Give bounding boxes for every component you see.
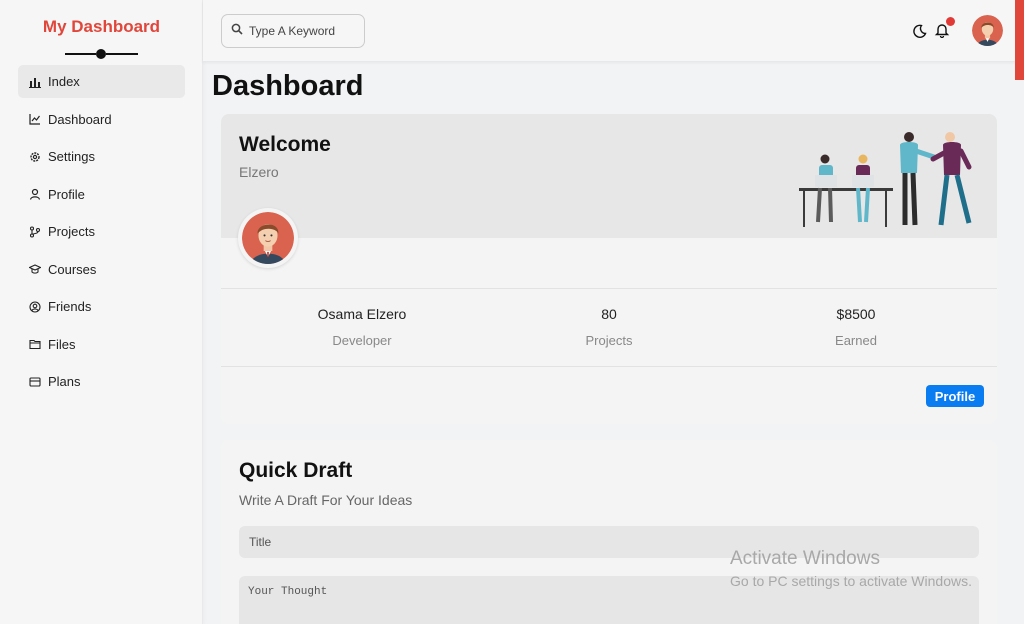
graduation-cap-icon [28,262,42,276]
stat-name: Osama Elzero Developer [262,306,462,348]
sidebar-item-courses[interactable]: Courses [18,253,185,286]
scrollbar-thumb[interactable] [1015,0,1024,80]
stat-label: Earned [835,333,877,348]
sidebar-item-files[interactable]: Files [18,328,185,361]
user-circle-icon [28,300,42,314]
stat-label: Developer [332,333,392,348]
stat-value: Osama Elzero [317,306,407,322]
bar-chart-icon [28,75,42,89]
stat-projects: 80 Projects [509,306,709,348]
divider [221,366,997,367]
draft-title-input[interactable] [239,526,979,558]
moon-icon[interactable] [912,24,927,39]
sidebar-item-plans[interactable]: Plans [18,365,185,398]
sidebar-item-dashboard[interactable]: Dashboard [18,103,185,136]
brand-underline-dot [96,49,106,59]
sidebar: My Dashboard Index Dashboard Settings Pr… [0,0,203,624]
quick-draft-card: Quick Draft Write A Draft For Your Ideas [221,440,997,624]
stat-label: Projects [585,333,633,348]
gear-icon [28,150,42,164]
sidebar-item-settings[interactable]: Settings [18,140,185,173]
sidebar-item-projects[interactable]: Projects [18,215,185,248]
sidebar-item-label: Files [48,336,76,352]
avatar [238,208,298,268]
sidebar-item-label: Projects [48,224,95,239]
team-illustration [799,132,972,227]
divider [221,288,997,289]
folder-icon [28,337,42,351]
search-box[interactable] [221,14,365,48]
welcome-title: Welcome [239,133,331,156]
avatar[interactable] [972,15,1003,46]
notification-badge [946,17,955,26]
sidebar-item-label: Friends [48,299,92,314]
stat-value: $8500 [836,306,876,322]
page-title: Dashboard [212,70,364,102]
sidebar-item-label: Courses [48,261,97,277]
draft-thought-textarea[interactable] [239,576,979,624]
sidebar-item-label: Profile [48,186,85,202]
sidebar-item-label: Plans [48,374,81,389]
search-input[interactable] [249,24,349,38]
profile-button[interactable]: Profile [926,385,984,407]
sidebar-menu: Index Dashboard Settings Profile Project… [18,65,185,403]
welcome-card: Welcome Elzero Osama Elzero Developer 80… [221,114,997,424]
sidebar-item-friends[interactable]: Friends [18,290,185,323]
stat-earned: $8500 Earned [756,306,956,348]
sidebar-item-index[interactable]: Index [18,65,185,98]
sidebar-item-label: Index [48,74,80,89]
draft-title: Quick Draft [239,459,353,482]
welcome-subtitle: Elzero [239,164,279,180]
brand-title: My Dashboard [42,17,161,36]
sidebar-item-label: Settings [48,149,95,164]
user-icon [28,187,42,201]
top-header [203,0,1024,61]
brand-underline-left [65,53,96,55]
draft-subtitle: Write A Draft For Your Ideas [239,492,413,508]
sidebar-item-label: Dashboard [48,111,112,127]
search-icon [231,22,249,40]
diagram-icon [28,225,42,239]
sidebar-item-profile[interactable]: Profile [18,178,185,211]
credit-card-icon [28,375,42,389]
stat-value: 80 [601,306,617,322]
brand-underline-right [106,53,138,55]
line-chart-icon [28,112,42,126]
